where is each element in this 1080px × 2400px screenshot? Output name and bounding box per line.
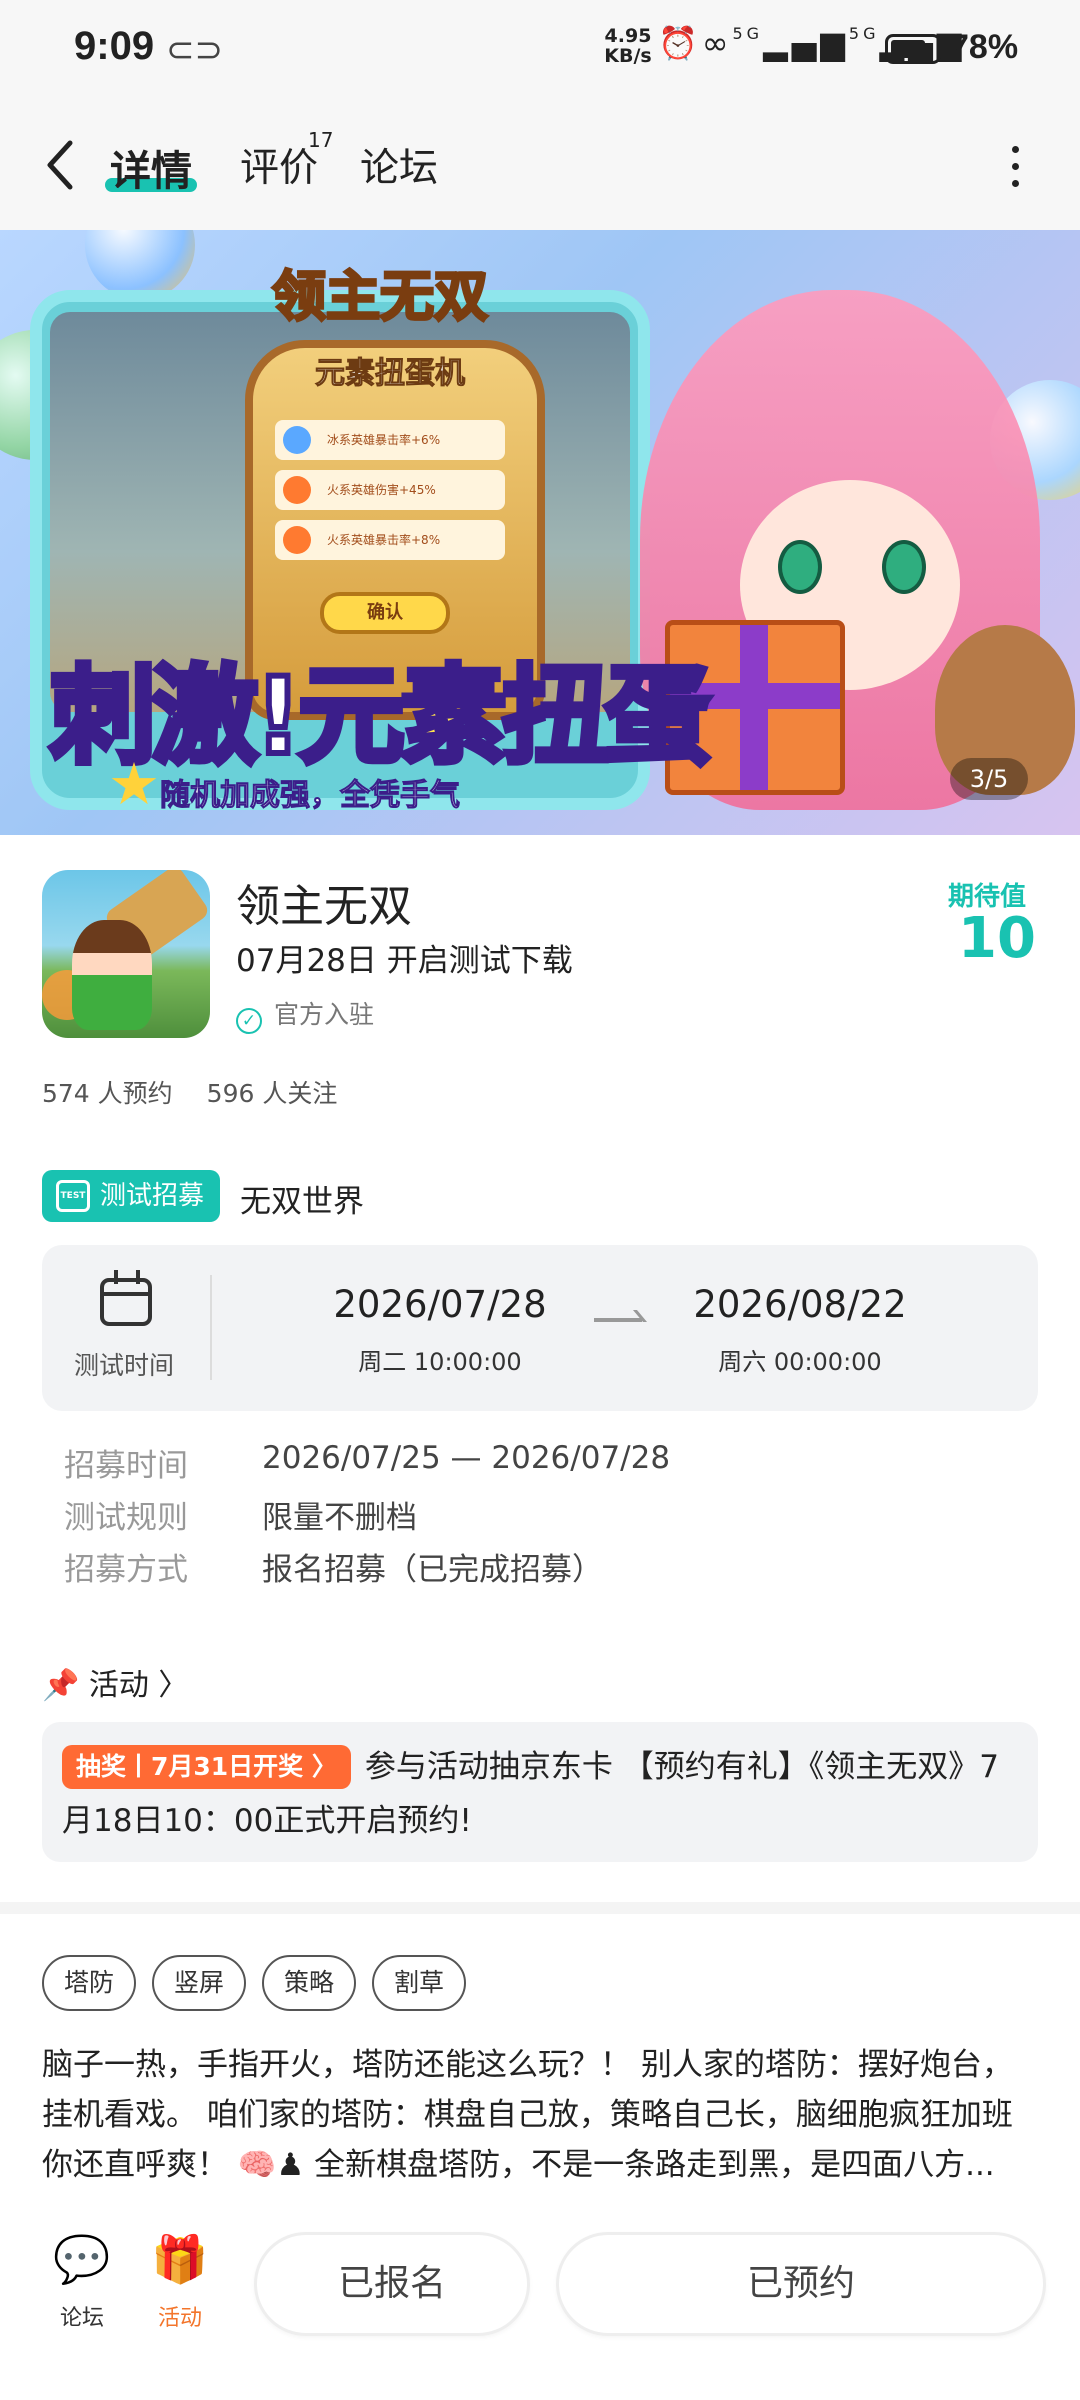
tag-tower-defense[interactable]: 塔防 (42, 1955, 136, 2011)
signal-left-label: 5G (732, 24, 764, 43)
signal-icon: ▂▄▆ (763, 24, 849, 62)
test-date: 07月28日 开启测试下载 (236, 943, 573, 979)
lottery-tag: 抽奖丨7月31日开奖 〉 (62, 1745, 351, 1789)
test-time-label: 测试时间 (74, 1351, 175, 1380)
tag-mowing[interactable]: 割草 (372, 1955, 466, 2011)
test-start-date: 2026/07/28 (333, 1283, 547, 1326)
buff-row: 火系英雄暴击率+8% (275, 520, 505, 560)
test-recruit-badge: TEST 测试招募 (42, 1170, 220, 1222)
verified-check-icon: ✓ (236, 1008, 262, 1034)
network-speed-value: 4.95 (604, 25, 652, 47)
banner-carousel[interactable]: 领主无双 元素扭蛋机 冰系英雄暴击率+6% 火系英雄伤害+45% 火系英雄暴击率… (0, 230, 1080, 835)
recruit-title: 无双世界 (240, 1184, 364, 1220)
banner-machine-title: 元素扭蛋机 (315, 356, 466, 392)
game-description[interactable]: 脑子一热，手指开火，塔防还能这么玩？！ 别人家的塔防：摆好炮台，挂机看戏。 咱们… (42, 2040, 1042, 2190)
tab-review[interactable]: 评价 (240, 137, 318, 193)
tab-forum[interactable]: 论坛 (360, 137, 438, 193)
arrow-right-icon (594, 1318, 642, 1322)
status-time: 9:09 (74, 24, 155, 68)
test-rule-value: 限量不删档 (262, 1500, 417, 1536)
network-speed-unit: KB/s (604, 45, 652, 67)
official-label: 官方入驻 (274, 1000, 375, 1029)
test-time-card (42, 1245, 1038, 1411)
section-divider (0, 1902, 1080, 1914)
star-icon: ★ (108, 750, 160, 818)
pin-icon: 📌 (42, 1668, 89, 1703)
divider (210, 1275, 212, 1380)
test-icon: TEST (56, 1180, 90, 1212)
recruit-period-value: 2026/07/25 — 2026/07/28 (262, 1440, 671, 1476)
test-recruit-label: 测试招募 (100, 1181, 205, 1211)
battery-percent: 78% (950, 28, 1019, 66)
test-start-time: 周二 10:00:00 (358, 1348, 522, 1376)
activity-text[interactable]: 抽奖丨7月31日开奖 〉参与活动抽京东卡 【预约有礼】《领主无双》7月18日10… (62, 1740, 1022, 1848)
follow-count: 596 人关注 (206, 1079, 338, 1108)
buff-row: 火系英雄伤害+45% (275, 470, 505, 510)
app-icon (42, 870, 210, 1038)
battery-fill (891, 40, 926, 58)
fire-ball-icon (283, 476, 311, 504)
buff-row-text: 火系英雄暴击率+8% (327, 533, 441, 547)
alarm-icon: ⏰ (658, 24, 702, 62)
banner-confirm-label: 确认 (320, 592, 450, 634)
hotspot-icon: ∞ (701, 24, 733, 62)
test-rule-label: 测试规则 (64, 1500, 188, 1536)
character-shape (72, 920, 152, 1030)
recruit-method-value: 报名招募（已完成招募） (262, 1552, 603, 1588)
link-icon: ⊂⊃ (166, 30, 223, 70)
character-eye (882, 540, 926, 594)
banner-headline-b: 元素扭蛋 (295, 652, 713, 781)
network-speed: 4.95 KB/s (604, 26, 652, 66)
fire-ball-icon (283, 526, 311, 554)
buff-row: 冰系英雄暴击率+6% (275, 420, 505, 460)
official-badge: ✓ 官方入驻 (236, 995, 374, 1034)
gift-icon[interactable]: 🎁 (140, 2232, 220, 2287)
forum-label[interactable]: 论坛 (42, 2300, 122, 2332)
tag-portrait[interactable]: 竖屏 (152, 1955, 246, 2011)
test-end-date: 2026/08/22 (693, 1283, 907, 1326)
more-menu-icon[interactable] (1012, 146, 1022, 188)
back-arrow-icon[interactable] (40, 137, 80, 193)
banner-headline-a: 刺激! (47, 652, 305, 781)
test-end-time: 周六 00:00:00 (718, 1348, 882, 1376)
banner-game-logo: 领主无双 (271, 264, 490, 330)
review-count: 17 (308, 128, 334, 152)
recruit-period-label: 招募时间 (64, 1448, 188, 1484)
activity-header-label: 活动 (88, 1668, 149, 1703)
ice-ball-icon (283, 426, 311, 454)
reservation-count: 574 人预约 (42, 1079, 173, 1108)
app-name: 领主无双 (236, 881, 412, 932)
buff-row-text: 火系英雄伤害+45% (327, 483, 436, 497)
battery-icon (885, 34, 946, 64)
buff-row-text: 冰系英雄暴击率+6% (327, 433, 441, 447)
recruit-method-label: 招募方式 (64, 1552, 188, 1588)
activity-header[interactable]: 📌 活动 〉 (42, 1660, 188, 1704)
banner-page-counter: 3/5 (950, 758, 1028, 800)
character-eye (778, 540, 822, 594)
signal-right-label: 5G (848, 24, 880, 43)
stats-row: 574 人预约 596 人关注 (42, 1074, 371, 1110)
tag-strategy[interactable]: 策略 (262, 1955, 356, 2011)
calendar-icon (100, 1270, 152, 1326)
tab-detail[interactable]: 详情 (110, 137, 192, 197)
forum-icon[interactable]: 💬 (42, 2232, 122, 2287)
chevron-right-icon: 〉 (148, 1668, 189, 1703)
app-detail-screen: 9:09 ⊂⊃ 4.95 KB/s ⏰∞5G▂▄▆5G▂▄▆ 78% 详情 评价… (0, 0, 1080, 2400)
expectation-value: 10 (958, 906, 1036, 971)
banner-slogan: 随机加成强，全凭手气 (160, 778, 461, 814)
activity-label[interactable]: 活动 (140, 2300, 220, 2332)
registered-button[interactable]: 已报名 (254, 2232, 530, 2336)
reserved-button[interactable]: 已预约 (556, 2232, 1046, 2336)
